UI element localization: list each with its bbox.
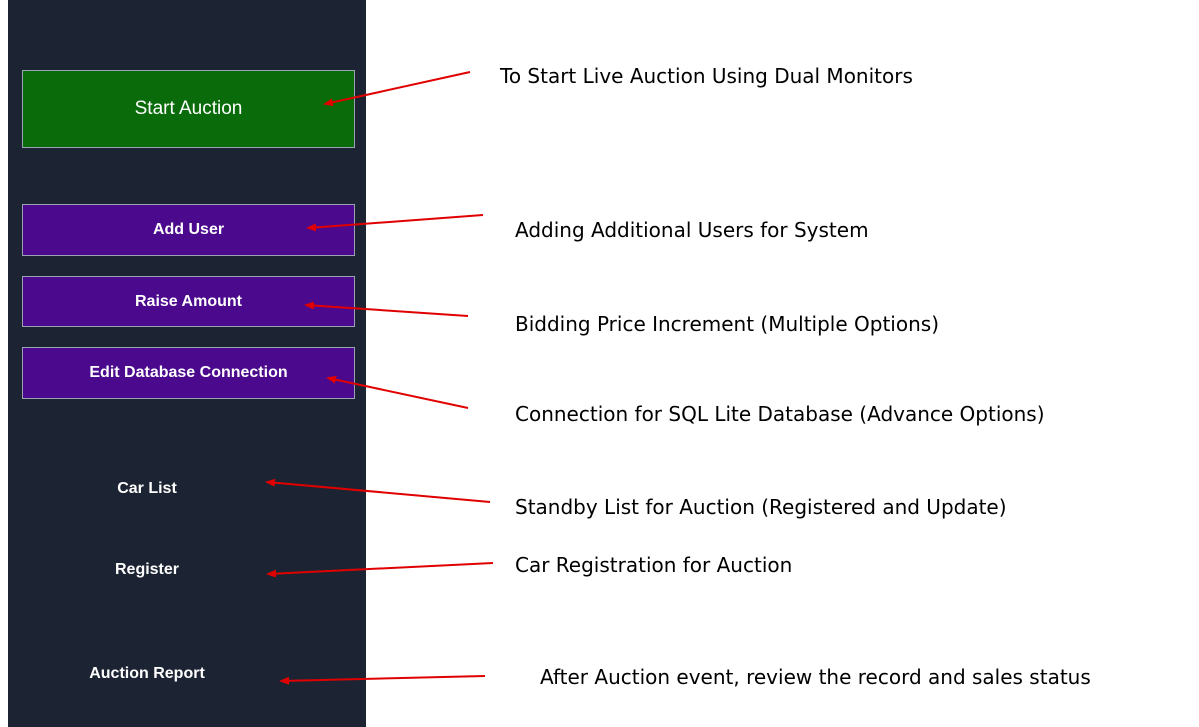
raise-amount-button[interactable]: Raise Amount bbox=[22, 276, 355, 327]
auction-report-link[interactable]: Auction Report bbox=[0, 665, 326, 683]
annotation-register: Car Registration for Auction bbox=[515, 553, 793, 577]
car-list-link[interactable]: Car List bbox=[0, 480, 326, 498]
register-link[interactable]: Register bbox=[0, 561, 326, 579]
annotation-start-auction: To Start Live Auction Using Dual Monitor… bbox=[500, 64, 913, 88]
annotation-raise-amount: Bidding Price Increment (Multiple Option… bbox=[515, 312, 939, 336]
sidebar: Start Auction Add User Raise Amount Edit… bbox=[8, 0, 366, 727]
annotation-edit-db: Connection for SQL Lite Database (Advanc… bbox=[515, 402, 1045, 426]
start-auction-button[interactable]: Start Auction bbox=[22, 70, 355, 148]
annotation-car-list: Standby List for Auction (Registered and… bbox=[515, 495, 1007, 519]
annotation-auction-report: After Auction event, review the record a… bbox=[540, 665, 1091, 689]
add-user-button[interactable]: Add User bbox=[22, 204, 355, 256]
annotation-add-user: Adding Additional Users for System bbox=[515, 218, 869, 242]
edit-database-connection-button[interactable]: Edit Database Connection bbox=[22, 347, 355, 399]
